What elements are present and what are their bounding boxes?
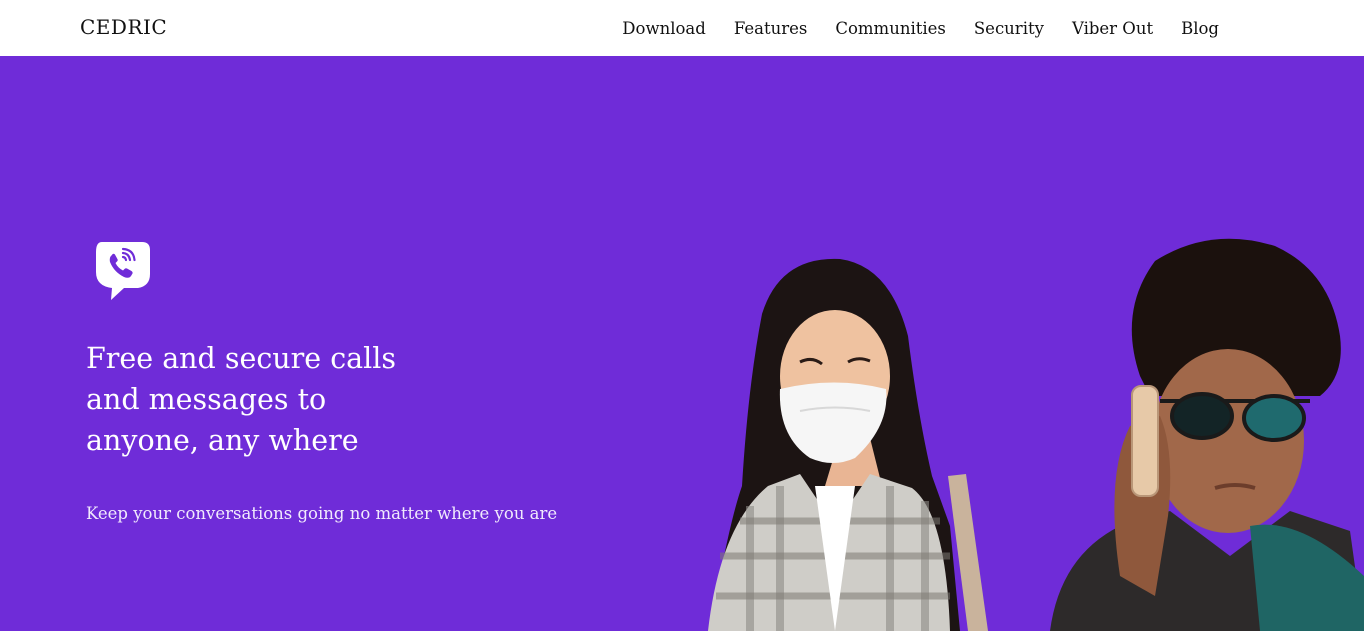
hero-section: Free and secure calls and messages to an… [0,56,1364,631]
site-header: CEDRIC Download Features Communities Sec… [0,0,1364,56]
viber-phone-bubble-icon [96,242,150,300]
nav-download[interactable]: Download [622,19,706,38]
nav-communities[interactable]: Communities [835,19,946,38]
two-people-on-phone-photo [708,238,1364,631]
hero-subline: Keep your conversations going no matter … [86,504,558,523]
main-nav: Download Features Communities Security V… [622,19,1219,38]
brand-logo-text[interactable]: CEDRIC [80,15,167,39]
nav-blog[interactable]: Blog [1181,19,1219,38]
nav-features[interactable]: Features [734,19,808,38]
nav-security[interactable]: Security [974,19,1044,38]
nav-viber-out[interactable]: Viber Out [1072,19,1153,38]
hero-headline: Free and secure calls and messages to an… [86,342,397,457]
